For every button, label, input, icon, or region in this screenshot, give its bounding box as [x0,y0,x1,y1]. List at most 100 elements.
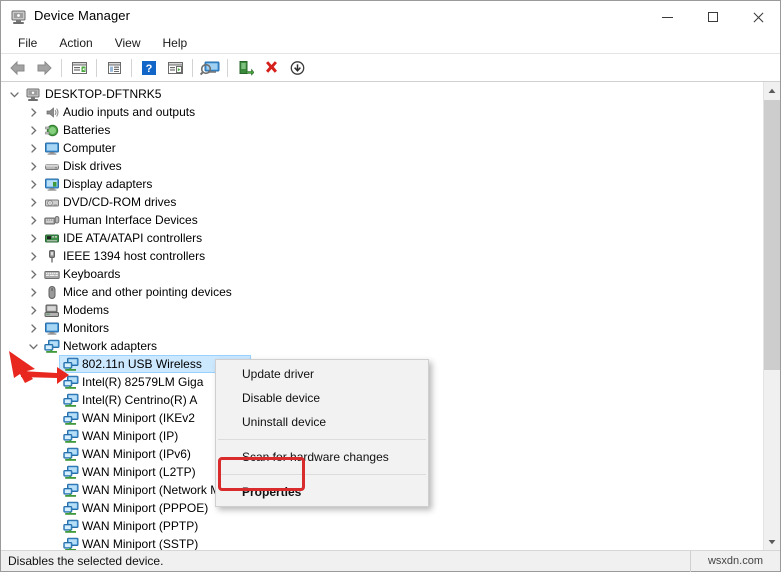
chevron-down-icon [768,539,776,544]
tree-row-category[interactable]: IDE ATA/ATAPI controllers [1,229,762,247]
uninstall-device-button[interactable] [258,56,284,80]
tree-row-category[interactable]: Keyboards [1,265,762,283]
expand-toggle[interactable] [26,175,40,193]
window-controls [645,1,780,33]
tree-row-category[interactable]: Audio inputs and outputs [1,103,762,121]
expand-toggle[interactable] [26,103,40,121]
title-bar: Device Manager [1,1,780,33]
tree-row-label: Intel(R) Centrino(R) A [82,393,198,407]
maximize-button[interactable] [690,1,735,33]
network-adapter-icon [63,429,79,443]
menu-file[interactable]: File [7,34,48,53]
battery-icon [44,123,60,138]
tree-row-category[interactable]: Mice and other pointing devices [1,283,762,301]
network-adapter-icon [63,429,79,444]
expand-toggle[interactable] [26,265,40,283]
device-context-menu[interactable]: Update driver Disable device Uninstall dev… [215,359,429,507]
network-adapter-icon [63,537,79,550]
computer-icon [26,88,40,101]
scroll-up-button[interactable] [764,82,780,99]
tree-row-category[interactable]: Monitors [1,319,762,337]
tree-row-label: Display adapters [63,177,153,191]
ieee1394-icon [49,250,55,263]
tree-row-category[interactable]: Human Interface Devices [1,211,762,229]
context-menu-item[interactable]: Properties [216,480,428,504]
status-message: Disables the selected device. [1,550,691,572]
context-menu-separator [218,439,426,440]
display-adapter-icon [45,178,59,191]
view-details-button[interactable] [101,56,127,80]
chevron-right-icon [30,305,37,315]
help-button[interactable]: ? [136,56,162,80]
expand-toggle[interactable] [26,193,40,211]
network-adapter-icon [63,537,79,550]
tree-row-label: Keyboards [63,267,121,281]
tree-row-category[interactable]: Disk drives [1,157,762,175]
expand-toggle[interactable] [26,247,40,265]
hid-icon [44,216,60,225]
tree-row-category[interactable]: IEEE 1394 host controllers [1,247,762,265]
expand-toggle[interactable] [7,85,21,103]
tree-row-category[interactable]: Display adapters [1,175,762,193]
scroll-down-button[interactable] [764,533,780,550]
tree-row-category[interactable]: Computer [1,139,762,157]
vertical-scrollbar[interactable] [763,82,780,550]
expand-toggle[interactable] [26,211,40,229]
toolbar-separator [227,58,228,77]
properties-button[interactable] [66,56,92,80]
menu-action[interactable]: Action [48,34,103,53]
view-details-icon [107,61,121,74]
context-menu-item[interactable]: Update driver [216,362,428,386]
menu-view[interactable]: View [104,34,152,53]
hid-icon [44,213,60,228]
chevron-right-icon [30,179,37,189]
tree-row-category[interactable]: Batteries [1,121,762,139]
svg-text:?: ? [146,63,153,75]
expand-toggle[interactable] [26,121,40,139]
tree-row-category[interactable]: DVD/CD-ROM drives [1,193,762,211]
update-driver-button[interactable] [162,56,188,80]
tree-row-label: WAN Miniport (IP) [82,429,179,443]
expand-toggle[interactable] [26,319,40,337]
expand-toggle[interactable] [26,139,40,157]
expand-toggle[interactable] [26,301,40,319]
expand-toggle[interactable] [26,157,40,175]
network-adapter-icon [63,465,79,480]
network-adapter-icon [63,447,79,461]
enable-device-button[interactable] [232,56,258,80]
tree-row-label: Disk drives [63,159,122,173]
context-menu-item[interactable]: Disable device [216,386,428,410]
scan-hardware-icon [200,61,220,75]
disable-device-button[interactable] [284,56,310,80]
network-adapter-icon [63,375,79,389]
update-driver-icon [167,61,183,74]
tree-row-label: IDE ATA/ATAPI controllers [63,231,203,245]
scrollbar-thumb[interactable] [764,100,780,370]
chevron-right-icon [30,269,37,279]
back-button[interactable] [5,56,31,80]
expand-toggle[interactable] [26,337,40,355]
scan-hardware-button[interactable] [197,56,223,80]
tree-row-category[interactable]: Network adapters [1,337,762,355]
network-adapter-icon [63,393,79,408]
context-menu-item[interactable]: Uninstall device [216,410,428,434]
tree-row-label: 802.11n USB Wireless [82,357,202,371]
tree-row-category[interactable]: Modems [1,301,762,319]
chevron-right-icon [30,251,37,261]
context-menu-item[interactable]: Scan for hardware changes [216,445,428,469]
expand-toggle[interactable] [26,229,40,247]
expand-toggle[interactable] [26,283,40,301]
monitor-icon [44,141,60,156]
forward-button[interactable] [31,56,57,80]
tree-row-device[interactable]: WAN Miniport (SSTP) [1,535,762,550]
tree-row-device[interactable]: WAN Miniport (PPTP) [1,517,762,535]
monitor-icon [44,321,60,336]
menu-help[interactable]: Help [152,34,199,53]
close-icon [752,12,763,23]
tree-row-root[interactable]: DESKTOP-DFTNRK5 [1,85,762,103]
monitor-icon [45,322,59,335]
dvd-icon [45,199,59,207]
close-button[interactable] [735,1,780,33]
minimize-button[interactable] [645,1,690,33]
monitor-icon [45,142,59,155]
